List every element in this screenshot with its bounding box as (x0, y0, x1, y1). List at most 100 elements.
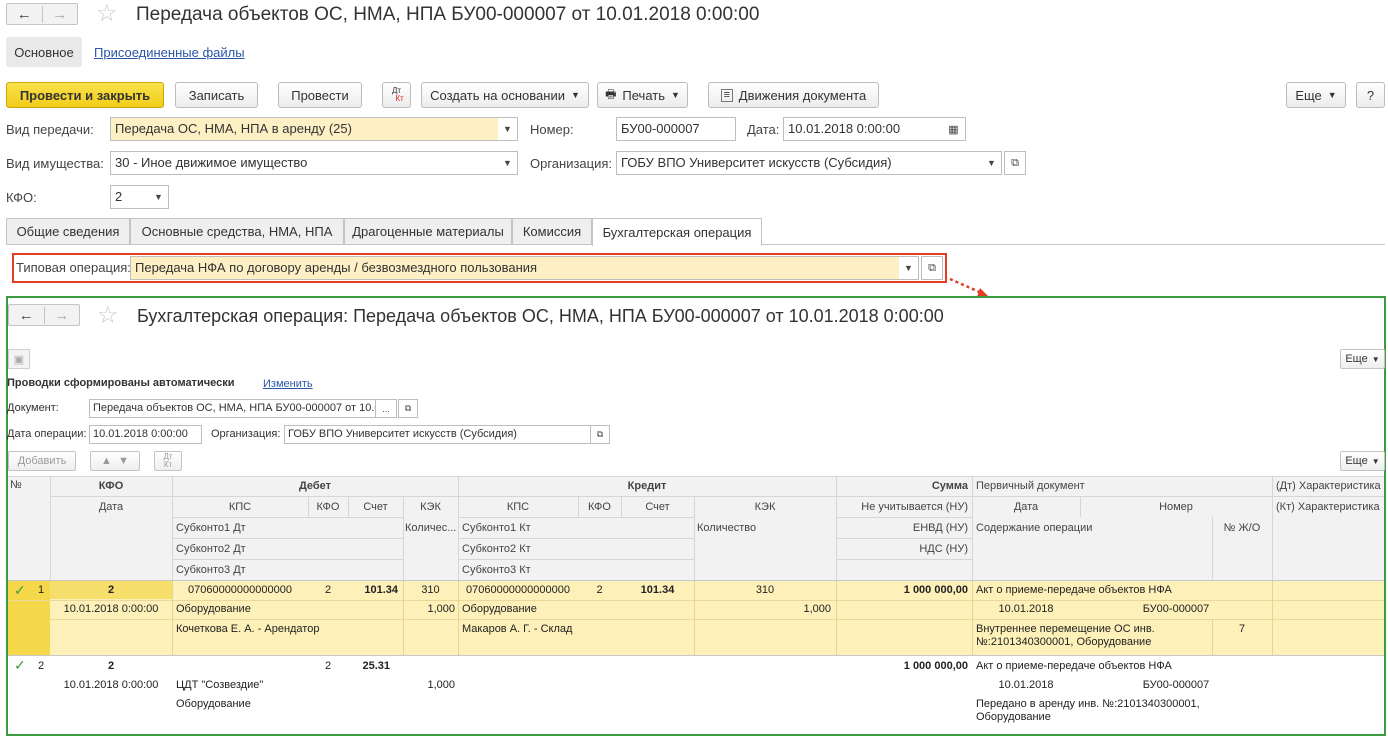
sub-organization-label: Организация: (211, 428, 281, 440)
table-more-button[interactable]: Еще ▼ (1340, 451, 1385, 471)
save-button[interactable]: Записать (175, 82, 258, 108)
tab-commission[interactable]: Комиссия (512, 218, 592, 244)
calendar-icon[interactable]: ▦ (942, 117, 966, 141)
col-debit-kek: КЭК (420, 501, 441, 513)
sub-forward-icon[interactable]: → (45, 307, 80, 324)
post-and-close-button[interactable]: Провести и закрыть (6, 82, 164, 108)
operation-date-field[interactable]: 10.01.2018 0:00:00 (89, 425, 202, 444)
number-field[interactable]: БУ00-000007 (616, 117, 736, 141)
kfo-dropdown-icon[interactable]: ▼ (149, 185, 169, 209)
row-dt-kps: 07060000000000000 (187, 584, 292, 596)
sub-more-button[interactable]: Еще ▼ (1340, 349, 1385, 369)
create-based-on-label: Создать на основании (430, 87, 565, 103)
property-type-dropdown-icon[interactable]: ▼ (498, 151, 518, 175)
col-sub3-dt: Субконто3 Дт (176, 564, 246, 576)
move-rows-buttons[interactable]: ▲ ▼ (90, 451, 140, 471)
print-button[interactable]: 🖶 Печать ▼ (597, 82, 688, 108)
document-movements-button[interactable]: ≡ Движения документа (708, 82, 879, 108)
dt-kt-swap-button[interactable]: Дт Кт (154, 451, 182, 471)
row-pd-number: БУ00-000007 (1142, 603, 1210, 615)
row-kt-kek: 310 (755, 584, 775, 596)
sub-title: Бухгалтерская операция: Передача объекто… (137, 306, 944, 326)
col-kfo: КФО (98, 480, 124, 492)
transfer-type-field[interactable]: Передача ОС, НМА, НПА в аренду (25) (110, 117, 499, 141)
change-link[interactable]: Изменить (263, 378, 313, 390)
organization-field[interactable]: ГОБУ ВПО Университет искусств (Субсидия) (616, 151, 983, 175)
forward-icon[interactable]: → (43, 6, 78, 23)
favorite-star-icon[interactable]: ☆ (96, 2, 118, 26)
col-dt-characteristic: (Дт) Характеристика (1276, 480, 1381, 492)
date-field[interactable]: 10.01.2018 0:00:00 (783, 117, 943, 141)
add-button[interactable]: Добавить (8, 451, 76, 471)
col-debit-kfo: КФО (316, 501, 340, 513)
tab-precious-materials[interactable]: Драгоценные материалы (344, 218, 512, 244)
document-open-icon[interactable]: ⧉ (398, 399, 418, 418)
row2-primary-doc: Акт о приеме-передаче объектов НФА (976, 660, 1172, 672)
col-envd: ЕНВД (НУ) (912, 522, 968, 534)
row-dt-sub1: Оборудование (176, 603, 251, 615)
row-kt-kps: 07060000000000000 (465, 584, 570, 596)
sub-organization-field[interactable]: ГОБУ ВПО Университет искусств (Субсидия) (284, 425, 591, 444)
col-primary-doc: Первичный документ (976, 480, 1085, 492)
chevron-down-icon: ▼ (671, 90, 680, 100)
row2-dt-sub1: ЦДТ "Созвездие" (176, 679, 264, 691)
row-pd-date: 10.01.2018 (998, 603, 1054, 615)
tab-main-label: Основное (14, 44, 74, 60)
tab-accounting-operation[interactable]: Бухгалтерская операция (592, 218, 762, 246)
row-date: 10.01.2018 0:00:00 (63, 603, 159, 615)
document-select-button[interactable]: ... (375, 399, 397, 418)
help-button[interactable]: ? (1356, 82, 1385, 108)
dt-kt-button[interactable]: Дт Кт (382, 82, 411, 108)
typical-operation-open-icon[interactable]: ⧉ (921, 256, 943, 280)
typical-operation-field[interactable]: Передача НФА по договору аренды / безвоз… (130, 256, 900, 280)
chevron-down-icon: ▼ (570, 90, 580, 100)
document-field[interactable]: Передача объектов ОС, НМА, НПА БУ00-0000… (89, 399, 376, 418)
sub-favorite-star-icon[interactable]: ☆ (97, 304, 119, 328)
tab-main[interactable]: Основное (6, 37, 82, 67)
row-dt-qty: 1,000 (427, 603, 455, 615)
typical-operation-dropdown-icon[interactable]: ▼ (899, 256, 919, 280)
tab-fixed-assets[interactable]: Основные средства, НМА, НПА (130, 218, 344, 244)
sub-organization-open-icon[interactable]: ⧉ (590, 425, 610, 444)
create-based-on-button[interactable]: Создать на основании ▼ (421, 82, 589, 108)
kt-label: Кт (395, 94, 404, 103)
row2-content-line1: Передано в аренду инв. №:2101340300001, (976, 698, 1200, 710)
row2-date: 10.01.2018 0:00:00 (63, 679, 159, 691)
property-type-field[interactable]: 30 - Иное движимое имущество (110, 151, 499, 175)
col-nds: НДС (НУ) (919, 543, 968, 555)
organization-label: Организация: (530, 156, 613, 171)
col-num: № (10, 479, 22, 491)
table-row[interactable] (8, 656, 1384, 732)
row-dt-kek: 310 (421, 584, 440, 596)
post-button[interactable]: Провести (278, 82, 362, 108)
kfo-label: КФО: (6, 190, 37, 205)
transfer-type-label: Вид передачи: (6, 122, 94, 137)
chevron-down-icon: ▼ (1371, 354, 1380, 364)
date-label: Дата: (747, 122, 780, 137)
col-credit: Кредит (627, 480, 667, 492)
save-disk-icon[interactable]: ▣ (8, 349, 30, 369)
more-button[interactable]: Еще ▼ (1286, 82, 1346, 108)
organization-open-icon[interactable]: ⧉ (1004, 151, 1026, 175)
sub-back-icon[interactable]: ← (9, 306, 45, 324)
kfo-field[interactable]: 2 (110, 185, 150, 209)
row-content-line2: №:2101340300001, Оборудование (976, 636, 1152, 648)
tab-attached-files[interactable]: Присоединенные файлы (94, 45, 245, 60)
property-type-label: Вид имущества: (6, 156, 104, 171)
arrow-up-icon[interactable]: ▲ (101, 455, 112, 467)
row-kt-qty: 1,000 (803, 603, 831, 615)
table-more-label: Еще (1345, 455, 1368, 467)
back-icon[interactable]: ← (7, 5, 43, 23)
typical-operation-label: Типовая операция: (16, 260, 131, 275)
row2-number: 2 (38, 660, 45, 672)
row-number: 1 (38, 584, 45, 596)
row-dt-kfo: 2 (324, 584, 332, 596)
col-pd-date: Дата (1013, 501, 1039, 513)
col-sum: Сумма (931, 480, 968, 492)
arrow-down-icon[interactable]: ▼ (118, 455, 129, 467)
row2-dt-kfo: 2 (324, 660, 332, 672)
organization-dropdown-icon[interactable]: ▼ (982, 151, 1002, 175)
tab-general[interactable]: Общие сведения (6, 218, 130, 244)
col-sub1-dt: Субконто1 Дт (176, 522, 246, 534)
transfer-type-dropdown-icon[interactable]: ▼ (498, 117, 518, 141)
